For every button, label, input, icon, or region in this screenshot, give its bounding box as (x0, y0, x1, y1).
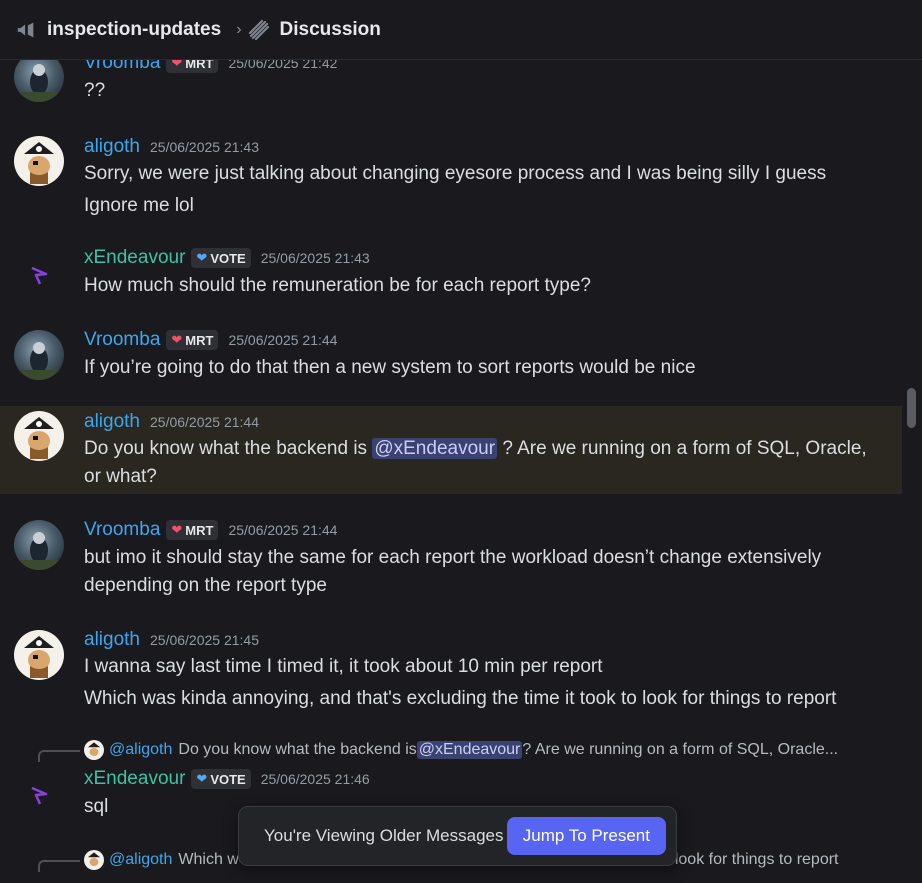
breadcrumb-separator: › (236, 20, 242, 38)
scrollbar-thumb[interactable] (907, 388, 916, 428)
username[interactable]: xEndeavour (84, 247, 185, 269)
message: Vroomba ❤ MRT 25/06/2025 21:42 ?? (0, 60, 902, 110)
avatar-mini (84, 740, 104, 760)
timestamp: 25/06/2025 21:44 (150, 414, 259, 430)
heart-icon: ❤ (171, 332, 183, 347)
avatar[interactable] (14, 630, 64, 680)
thread-icon (247, 18, 271, 42)
thread-name: Discussion (279, 18, 381, 40)
role-badge: ❤ MRT (166, 520, 219, 540)
role-badge: ❤ MRT (166, 330, 219, 350)
avatar[interactable] (14, 330, 64, 380)
timestamp: 25/06/2025 21:43 (260, 250, 370, 266)
role-badge: ❤ VOTE (191, 248, 251, 268)
older-messages-notice: You're Viewing Older Messages Jump To Pr… (238, 806, 677, 866)
reply-author[interactable]: @aligoth (109, 741, 172, 759)
avatar[interactable] (14, 520, 64, 570)
avatar[interactable] (14, 136, 64, 186)
message-highlighted: aligoth 25/06/2025 21:44 Do you know wha… (0, 406, 902, 494)
user-mention[interactable]: @xEndeavour (372, 438, 498, 459)
username[interactable]: aligoth (84, 411, 140, 433)
older-messages-text: You're Viewing Older Messages (264, 826, 504, 845)
channel-name[interactable]: inspection-updates (47, 19, 221, 41)
username[interactable]: Vroomba (84, 60, 160, 74)
avatar[interactable] (14, 60, 64, 102)
role-badge: ❤ MRT (166, 60, 219, 73)
message-text: How much should the remuneration be for … (84, 275, 591, 296)
blue-heart-icon: ❤ (196, 250, 208, 265)
timestamp: 25/06/2025 21:44 (228, 522, 338, 538)
timestamp: 25/06/2025 21:45 (150, 632, 259, 648)
role-badge: ❤ VOTE (191, 769, 251, 789)
message-text: but imo it should stay the same for each… (84, 547, 822, 596)
message: aligoth 25/06/2025 21:43 Sorry, we were … (0, 128, 902, 218)
avatar-mini (84, 850, 104, 870)
message-text: I wanna say last time I timed it, it too… (84, 656, 603, 677)
username[interactable]: aligoth (84, 629, 140, 651)
blue-heart-icon: ❤ (196, 771, 208, 786)
reply-author[interactable]: @aligoth (109, 851, 172, 869)
timestamp: 25/06/2025 21:43 (150, 139, 259, 155)
timestamp: 25/06/2025 21:46 (260, 771, 370, 787)
message-text: Sorry, we were just talking about changi… (84, 163, 827, 184)
message-text: Ignore me lol (84, 195, 194, 216)
avatar[interactable] (14, 770, 64, 820)
reply-spine (38, 750, 80, 762)
username[interactable]: Vroomba (84, 329, 160, 351)
channel-header: inspection-updates › Discussion (0, 0, 922, 60)
reply-preview[interactable]: @aligoth Do you know what the backend is… (84, 740, 838, 760)
megaphone-icon (14, 18, 38, 42)
username[interactable]: aligoth (84, 136, 140, 158)
message-text: sql (84, 796, 109, 817)
avatar[interactable] (14, 250, 64, 300)
message: Vroomba ❤ MRT 25/06/2025 21:44 but imo it… (0, 514, 902, 604)
username[interactable]: xEndeavour (84, 768, 185, 790)
timestamp: 25/06/2025 21:42 (228, 60, 338, 71)
message-list[interactable]: Vroomba ❤ MRT 25/06/2025 21:42 ?? aligoth… (0, 60, 902, 883)
message: xEndeavour ❤ VOTE 25/06/2025 21:43 How mu… (0, 242, 902, 304)
timestamp: 25/06/2025 21:44 (228, 332, 338, 348)
user-mention[interactable]: @xEndeavour (416, 741, 523, 759)
jump-to-present-button[interactable]: Jump To Present (506, 817, 666, 855)
avatar[interactable] (14, 411, 64, 461)
message: Vroomba ❤ MRT 25/06/2025 21:44 If you’re … (0, 324, 902, 386)
message-text: ?? (84, 80, 106, 101)
username[interactable]: Vroomba (84, 519, 160, 541)
message: aligoth 25/06/2025 21:45 I wanna say las… (0, 624, 902, 716)
message-text: Do you know what the backend is @xEndeav… (84, 438, 867, 487)
message-text: If you’re going to do that then a new sy… (84, 357, 696, 378)
heart-icon: ❤ (171, 522, 183, 537)
message-text: Which was kinda annoying, and that's exc… (84, 688, 837, 709)
reply-spine (38, 860, 80, 872)
heart-icon: ❤ (171, 60, 183, 70)
